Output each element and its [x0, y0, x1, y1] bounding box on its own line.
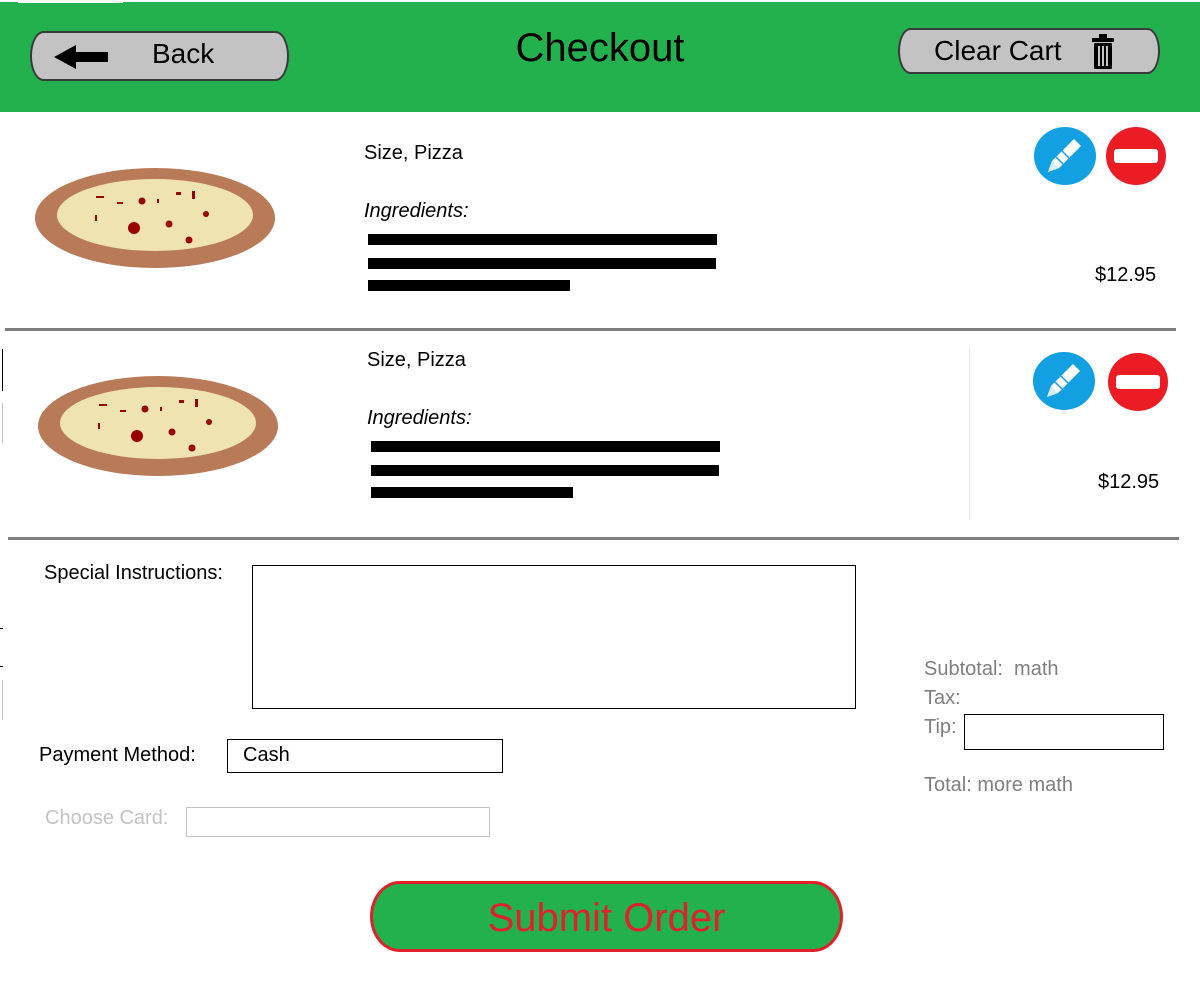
cart-item: Size, Pizza Ingredients: $12.95: [0, 331, 1200, 537]
ingredients-redacted-line: [368, 234, 717, 245]
ingredients-redacted-line: [371, 441, 720, 452]
pizza-image: [34, 167, 276, 274]
left-edge-mark: [2, 403, 3, 443]
special-instructions-input[interactable]: [252, 565, 856, 709]
choose-card-select[interactable]: [186, 807, 490, 837]
tip-label: Tip:: [924, 716, 957, 738]
submit-order-button[interactable]: Submit Order: [370, 881, 843, 952]
submit-order-label: Submit Order: [487, 896, 726, 940]
left-edge-mark: [2, 680, 3, 720]
left-edge-mark: [0, 666, 3, 667]
pencil-icon[interactable]: [1033, 352, 1095, 415]
special-instructions-label: Special Instructions:: [44, 562, 223, 584]
clear-cart-label: Clear Cart: [934, 35, 1062, 66]
ingredients-redacted-line: [371, 465, 719, 476]
total-text: Total: more math: [924, 774, 1073, 796]
ingredients-redacted-line: [371, 487, 573, 498]
item-price: $12.95: [1098, 471, 1160, 493]
minus-icon[interactable]: [1106, 127, 1166, 190]
item-title: Size, Pizza: [364, 142, 463, 164]
clear-cart-button[interactable]: Clear Cart: [898, 28, 1160, 74]
item-title: Size, Pizza: [367, 349, 466, 371]
payment-method-select[interactable]: Cash: [227, 739, 503, 773]
cart-item: Size, Pizza Ingredients: $12.95: [0, 114, 1200, 328]
pencil-icon[interactable]: [1034, 127, 1096, 190]
item-divider: [8, 537, 1179, 540]
choose-card-label: Choose Card:: [45, 807, 169, 829]
trash-icon: [1091, 34, 1115, 75]
payment-method-label: Payment Method:: [39, 744, 196, 766]
ingredients-label: Ingredients:: [364, 200, 469, 222]
ingredients-redacted-line: [368, 258, 716, 269]
pizza-image: [37, 375, 279, 482]
header-tab-strip: [18, 0, 123, 3]
tax-text: Tax:: [924, 687, 961, 709]
left-edge-mark: [2, 349, 3, 391]
column-separator: [969, 347, 970, 519]
ingredients-label: Ingredients:: [367, 407, 472, 429]
ingredients-redacted-line: [368, 280, 570, 291]
minus-icon[interactable]: [1108, 353, 1168, 416]
subtotal-text: Subtotal: math: [924, 658, 1059, 680]
left-edge-mark: [0, 628, 3, 629]
item-price: $12.95: [1095, 264, 1157, 286]
tip-input[interactable]: [964, 714, 1164, 750]
